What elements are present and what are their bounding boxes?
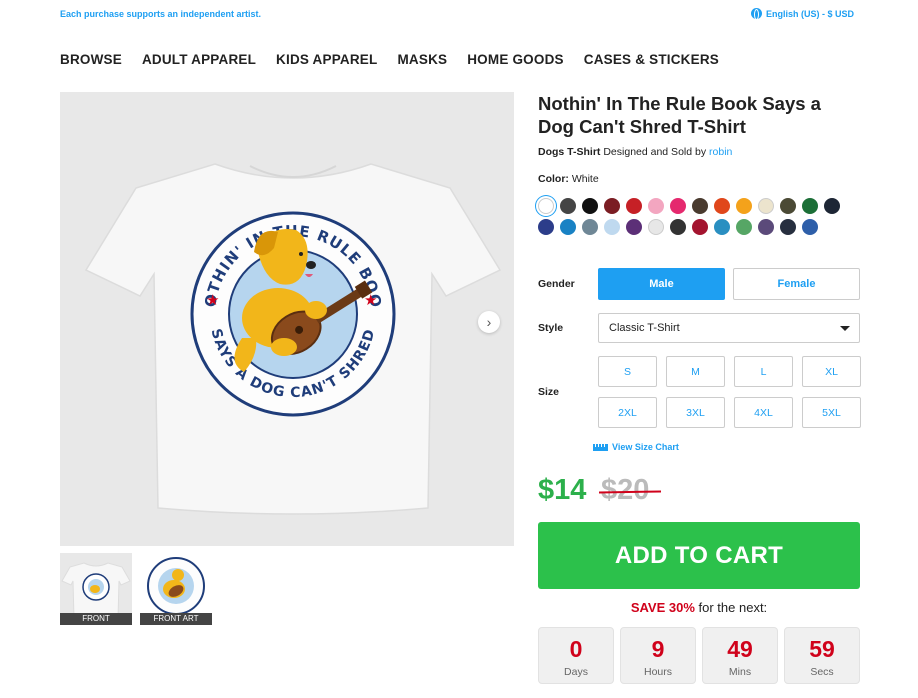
countdown-days: 0 Days [538,627,614,684]
thumbnail-front[interactable]: FRONT [60,553,132,625]
color-swatch[interactable] [714,198,730,214]
nav-cases-stickers[interactable]: CASES & STICKERS [584,52,719,67]
color-swatch[interactable] [582,198,598,214]
nav-browse[interactable]: BROWSE [60,52,122,67]
color-swatches [538,198,858,235]
countdown-timer: 0 Days 9 Hours 49 Mins 59 Secs [538,627,860,684]
color-swatch[interactable] [736,198,752,214]
countdown-secs: 59 Secs [784,627,860,684]
designed-by-text: Designed and Sold by [603,146,707,158]
color-swatch[interactable] [560,198,576,214]
color-swatch[interactable] [648,198,664,214]
color-swatch[interactable] [780,219,796,235]
original-price: $20 [598,474,662,507]
caret-down-icon [840,326,850,331]
top-bar: Each purchase supports an independent ar… [0,0,918,30]
color-swatch[interactable] [714,219,730,235]
color-swatch[interactable] [780,198,796,214]
color-swatch[interactable] [824,198,840,214]
color-swatch[interactable] [736,219,752,235]
color-swatch[interactable] [604,198,620,214]
thumbnail-caption: FRONT ART [140,613,212,625]
tshirt-image: NOTHIN' IN THE RULE BOOK SAYS A DOG CAN'… [53,78,502,515]
main-nav: BROWSE ADULT APPAREL KIDS APPAREL MASKS … [60,52,719,67]
countdown-number: 59 [809,636,835,662]
nav-masks[interactable]: MASKS [397,52,447,67]
add-to-cart-button[interactable]: ADD TO CART [538,522,860,589]
size-l-button[interactable]: L [734,356,793,387]
size-4xl-button[interactable]: 4XL [734,397,793,428]
style-value: Classic T-Shirt [609,322,680,334]
color-swatch[interactable] [604,219,620,235]
save-suffix: for the next: [698,600,768,615]
artist-link[interactable]: robin [709,146,732,158]
color-label-title: Color: [538,173,569,185]
color-swatch[interactable] [538,219,554,235]
nav-home-goods[interactable]: HOME GOODS [467,52,564,67]
product-category: Dogs T-Shirt [538,146,601,158]
sale-message: SAVE 30% for the next: [538,600,860,615]
color-swatch[interactable] [692,198,708,214]
locale-label: English (US) - $ USD [765,8,854,19]
svg-text:★: ★ [206,292,219,309]
size-chart-link[interactable]: View Size Chart [593,442,679,452]
color-swatch[interactable] [648,219,664,235]
countdown-unit: Mins [728,666,752,678]
countdown-number: 49 [727,636,753,662]
nav-adult-apparel[interactable]: ADULT APPAREL [142,52,256,67]
countdown-unit: Hours [643,666,672,678]
countdown-hours: 9 Hours [620,627,696,684]
thumbnail-strip: FRONT FRONT ART [60,553,212,625]
size-label: Size [538,386,560,398]
color-value: White [571,173,599,185]
product-image[interactable]: NOTHIN' IN THE RULE BOOK SAYS A DOG CAN'… [53,78,514,546]
artist-support-message: Each purchase supports an independent ar… [60,9,262,19]
color-swatch[interactable] [560,219,576,235]
ruler-icon [593,443,608,451]
color-swatch[interactable] [626,198,642,214]
locale-selector[interactable]: English (US) - $ USD [750,8,854,20]
gender-label: Gender [538,278,575,290]
countdown-unit: Secs [810,666,834,678]
globe-icon [750,8,762,20]
color-swatch[interactable] [802,219,818,235]
gender-male-button[interactable]: Male [598,268,725,300]
color-swatch[interactable] [802,198,818,214]
color-swatch[interactable] [670,219,686,235]
color-swatch[interactable] [758,198,774,214]
size-xl-button[interactable]: XL [802,356,861,387]
color-swatch[interactable] [582,219,598,235]
size-3xl-button[interactable]: 3XL [666,397,725,428]
size-s-button[interactable]: S [598,356,657,387]
style-label: Style [538,322,564,334]
next-image-button[interactable]: › [478,311,500,333]
nav-kids-apparel[interactable]: KIDS APPAREL [276,52,377,67]
product-title: Nothin' In The Rule Book Says a Dog Can'… [538,93,821,137]
countdown-mins: 49 Mins [702,627,778,684]
countdown-number: 0 [569,636,583,662]
size-2xl-button[interactable]: 2XL [598,397,657,428]
countdown-number: 9 [651,636,665,662]
color-swatch[interactable] [538,198,554,214]
size-chart-label: View Size Chart [612,442,679,452]
countdown-unit: Days [564,666,588,678]
size-5xl-button[interactable]: 5XL [802,397,861,428]
save-percent: SAVE 30% [630,600,695,615]
sale-price: $14 [538,474,587,506]
color-swatch[interactable] [692,219,708,235]
style-dropdown[interactable]: Classic T-Shirt [598,313,860,343]
color-swatch[interactable] [626,219,642,235]
color-swatch[interactable] [758,219,774,235]
size-m-button[interactable]: M [666,356,725,387]
gender-female-button[interactable]: Female [733,268,860,300]
thumbnail-front-art[interactable]: FRONT ART [140,553,212,625]
thumbnail-caption: FRONT [60,613,132,625]
color-swatch[interactable] [670,198,686,214]
product-byline: Dogs T-Shirt Designed and Sold by robin [538,146,732,158]
size-options: S M L XL 2XL 3XL 4XL 5XL [598,356,861,428]
color-label: Color: White [538,173,599,185]
